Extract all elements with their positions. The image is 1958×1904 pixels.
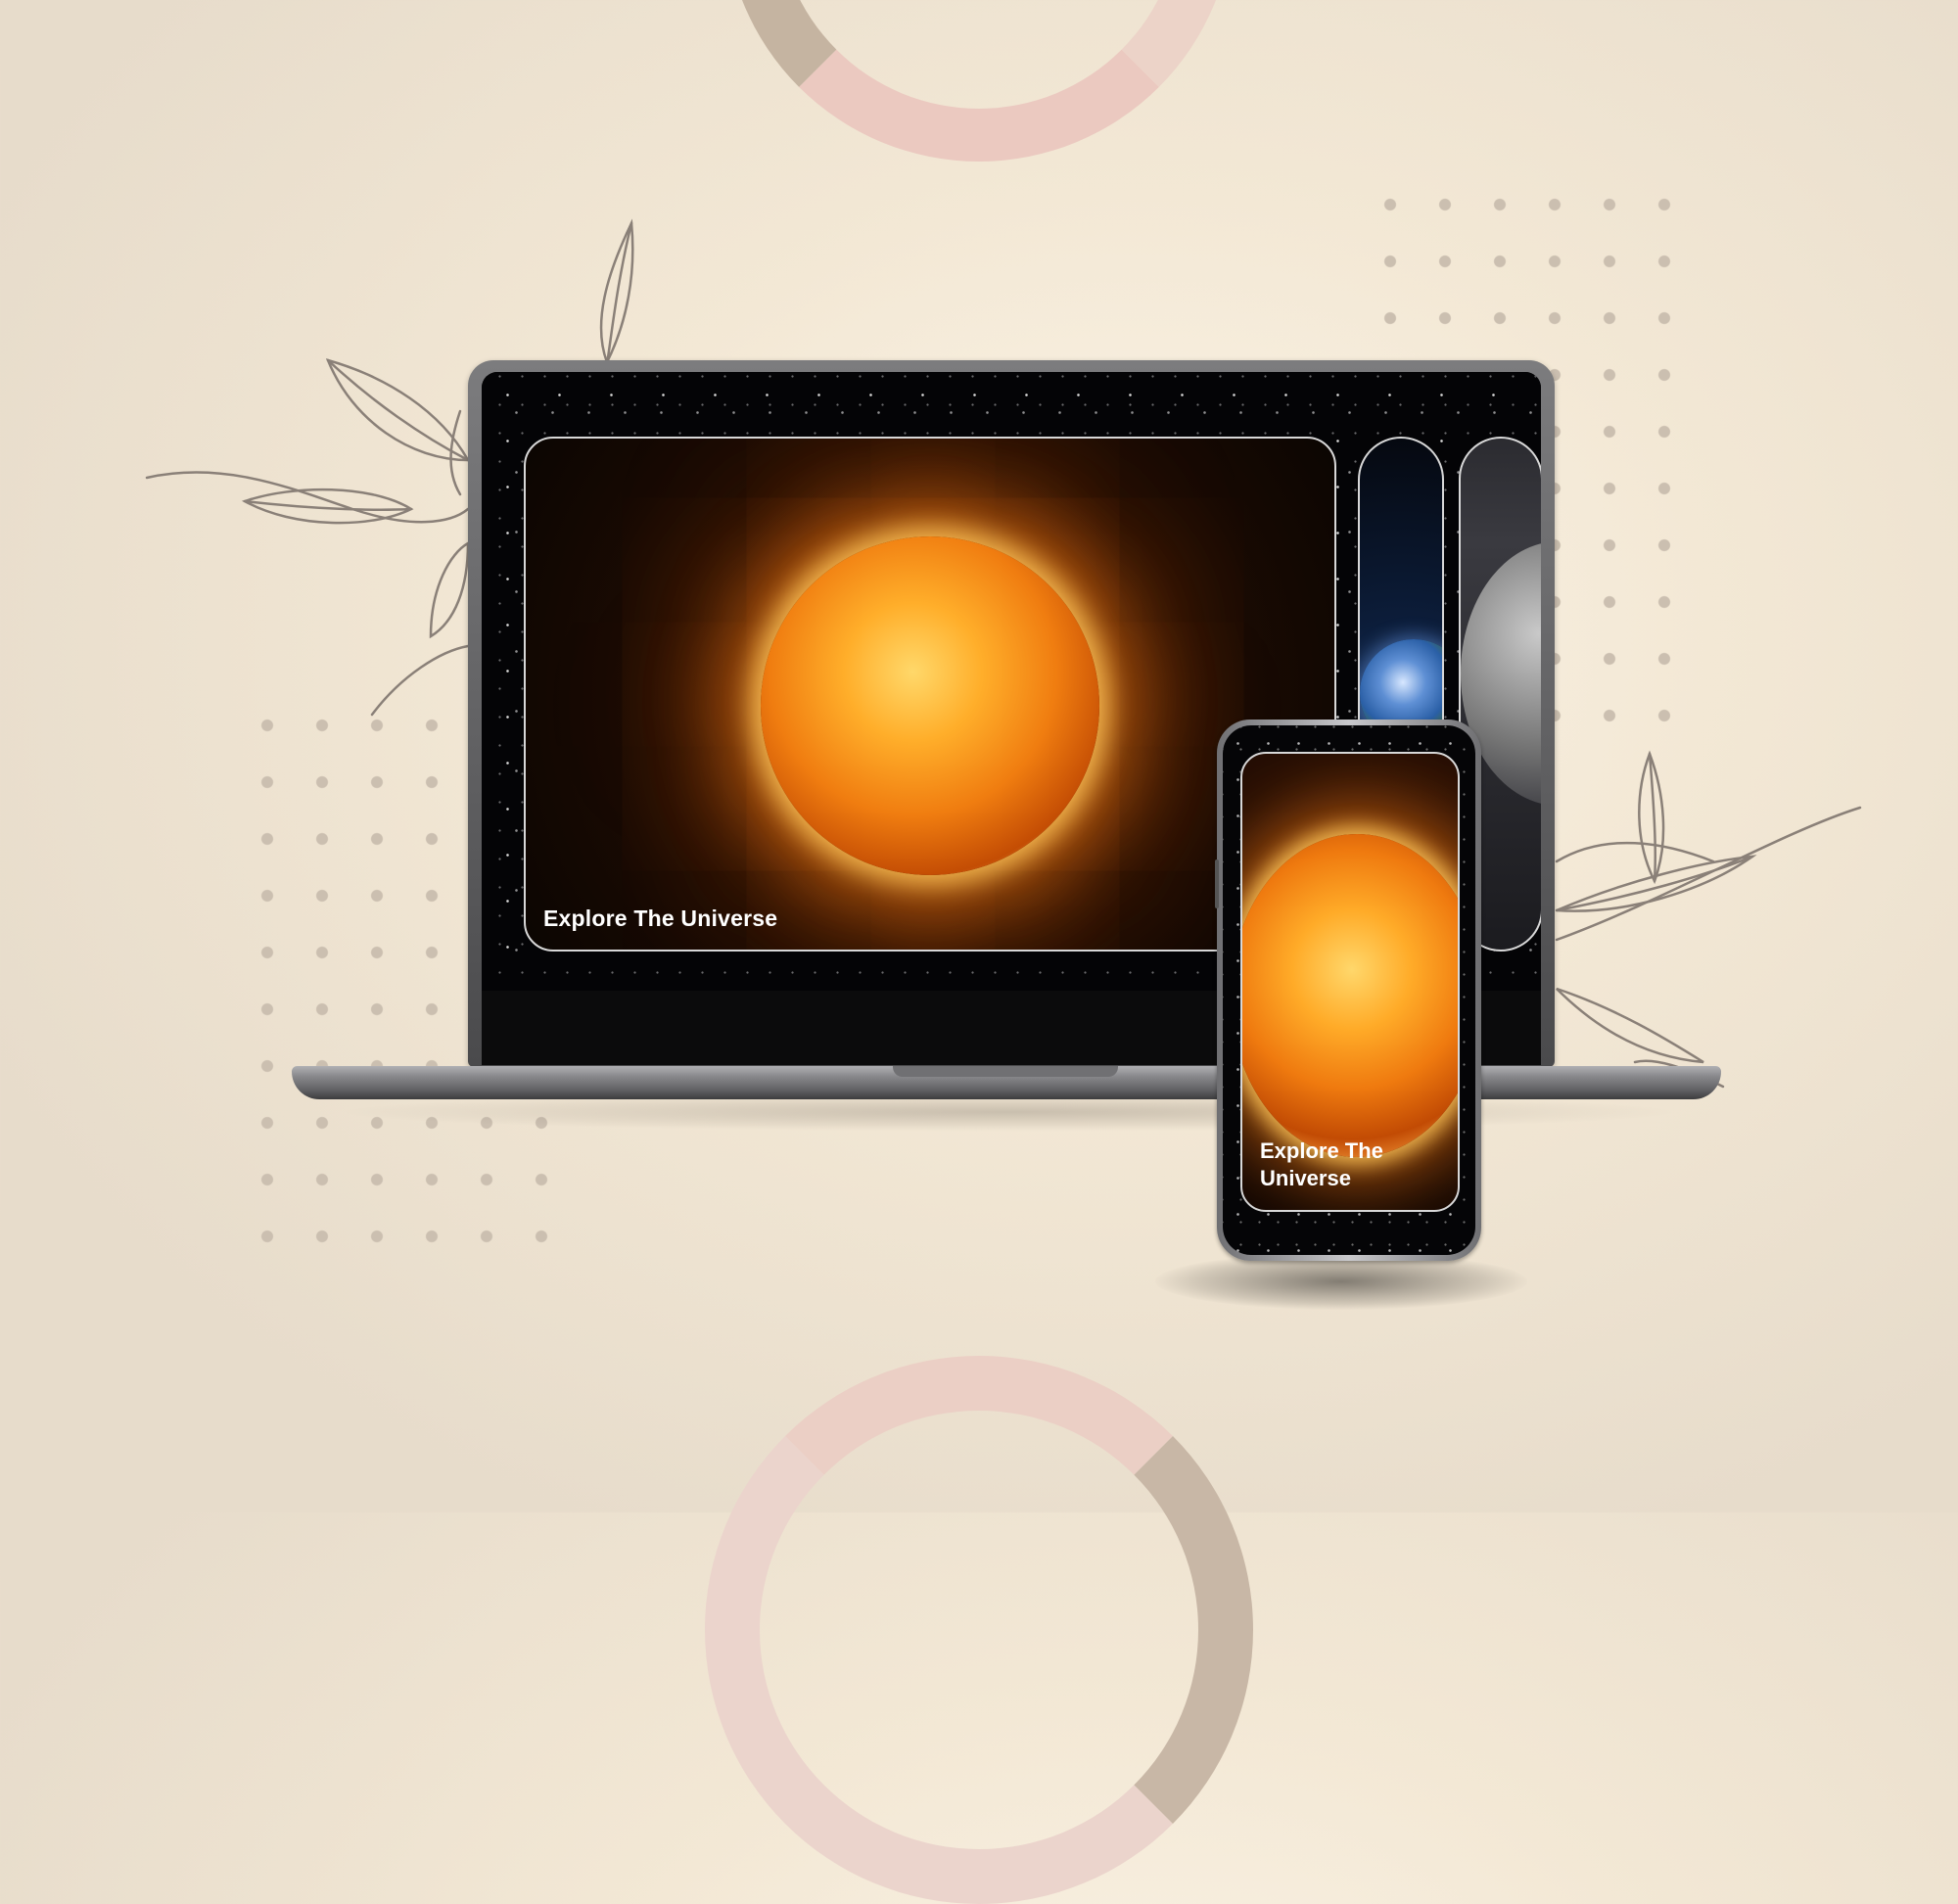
sun-image xyxy=(761,536,1099,875)
sun-image xyxy=(1242,834,1458,1157)
laptop-notch xyxy=(893,1066,1118,1077)
phone-card-title: Explore The Universe xyxy=(1260,1138,1383,1190)
phone-side-button xyxy=(1215,859,1219,908)
phone-screen: Explore The Universe xyxy=(1223,725,1475,1255)
phone-sun-card[interactable]: Explore The Universe xyxy=(1240,752,1460,1212)
card-title: Explore The Universe xyxy=(543,906,778,931)
phone-shadow xyxy=(1155,1253,1527,1310)
